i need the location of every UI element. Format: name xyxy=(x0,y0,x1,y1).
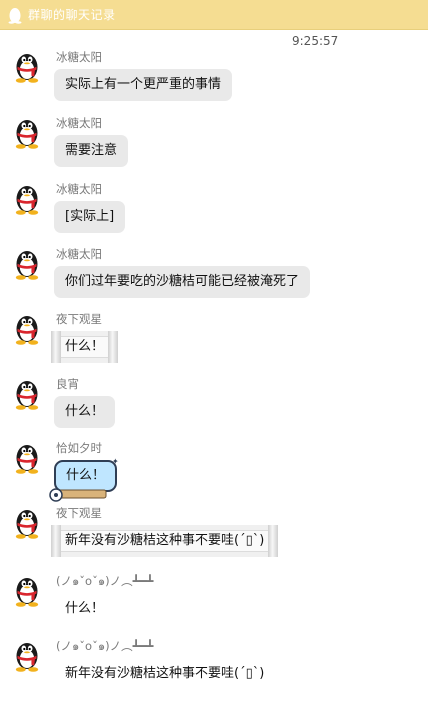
message-bubble[interactable]: 新年没有沙糖桔这种事不要哇(´▯`) xyxy=(54,658,275,690)
qq-penguin-avatar-icon[interactable] xyxy=(12,49,42,83)
qq-penguin-avatar-icon[interactable] xyxy=(12,311,42,345)
pencil-decoration-icon xyxy=(49,488,107,502)
message-bubble[interactable]: 什么！ xyxy=(54,593,115,625)
message-bubble[interactable]: 什么！ xyxy=(54,396,116,428)
qq-penguin-avatar-icon[interactable] xyxy=(12,440,42,474)
qq-penguin-avatar-icon[interactable] xyxy=(12,505,42,539)
message-bubble[interactable]: 实际上有一个更严重的事情 xyxy=(54,69,233,101)
sender-name: 良宵 xyxy=(56,377,79,391)
qq-penguin-avatar-icon[interactable] xyxy=(12,376,42,410)
message-bubble[interactable]: 什么！ xyxy=(50,331,119,363)
sender-name: 恰如夕时 xyxy=(56,441,102,455)
sparkle-icon: ✦ xyxy=(112,457,119,466)
sender-name: 冰糖太阳 xyxy=(56,182,102,196)
qq-penguin-avatar-icon[interactable] xyxy=(12,573,42,607)
sender-name: 冰糖太阳 xyxy=(56,116,102,130)
message-bubble[interactable]: 你们过年要吃的沙糖桔可能已经被淹死了 xyxy=(54,266,311,298)
sender-name: (ノ๑ˇoˇ๑)ノ︵┻━┻ xyxy=(56,574,154,588)
sender-name: 夜下观星 xyxy=(56,312,102,326)
sender-name: 夜下观星 xyxy=(56,506,102,520)
sender-name: 冰糖太阳 xyxy=(56,247,102,261)
qq-penguin-avatar-icon[interactable] xyxy=(12,181,42,215)
qq-penguin-avatar-icon[interactable] xyxy=(12,115,42,149)
message-bubble[interactable]: [实际上] xyxy=(54,201,126,233)
message-timestamp: 9:25:57 xyxy=(292,34,339,48)
qq-penguin-avatar-icon[interactable] xyxy=(12,638,42,672)
message-bubble[interactable]: 需要注意 xyxy=(54,135,129,167)
sender-name: 冰糖太阳 xyxy=(56,50,102,64)
sender-name: (ノ๑ˇoˇ๑)ノ︵┻━┻ xyxy=(56,639,154,653)
qq-penguin-icon xyxy=(8,7,22,24)
window-title: 群聊的聊天记录 xyxy=(28,8,116,22)
message-bubble[interactable]: 新年没有沙糖桔这种事不要哇(´▯`) xyxy=(50,525,279,557)
qq-penguin-avatar-icon[interactable] xyxy=(12,246,42,280)
title-bar: 群聊的聊天记录 xyxy=(0,0,428,30)
